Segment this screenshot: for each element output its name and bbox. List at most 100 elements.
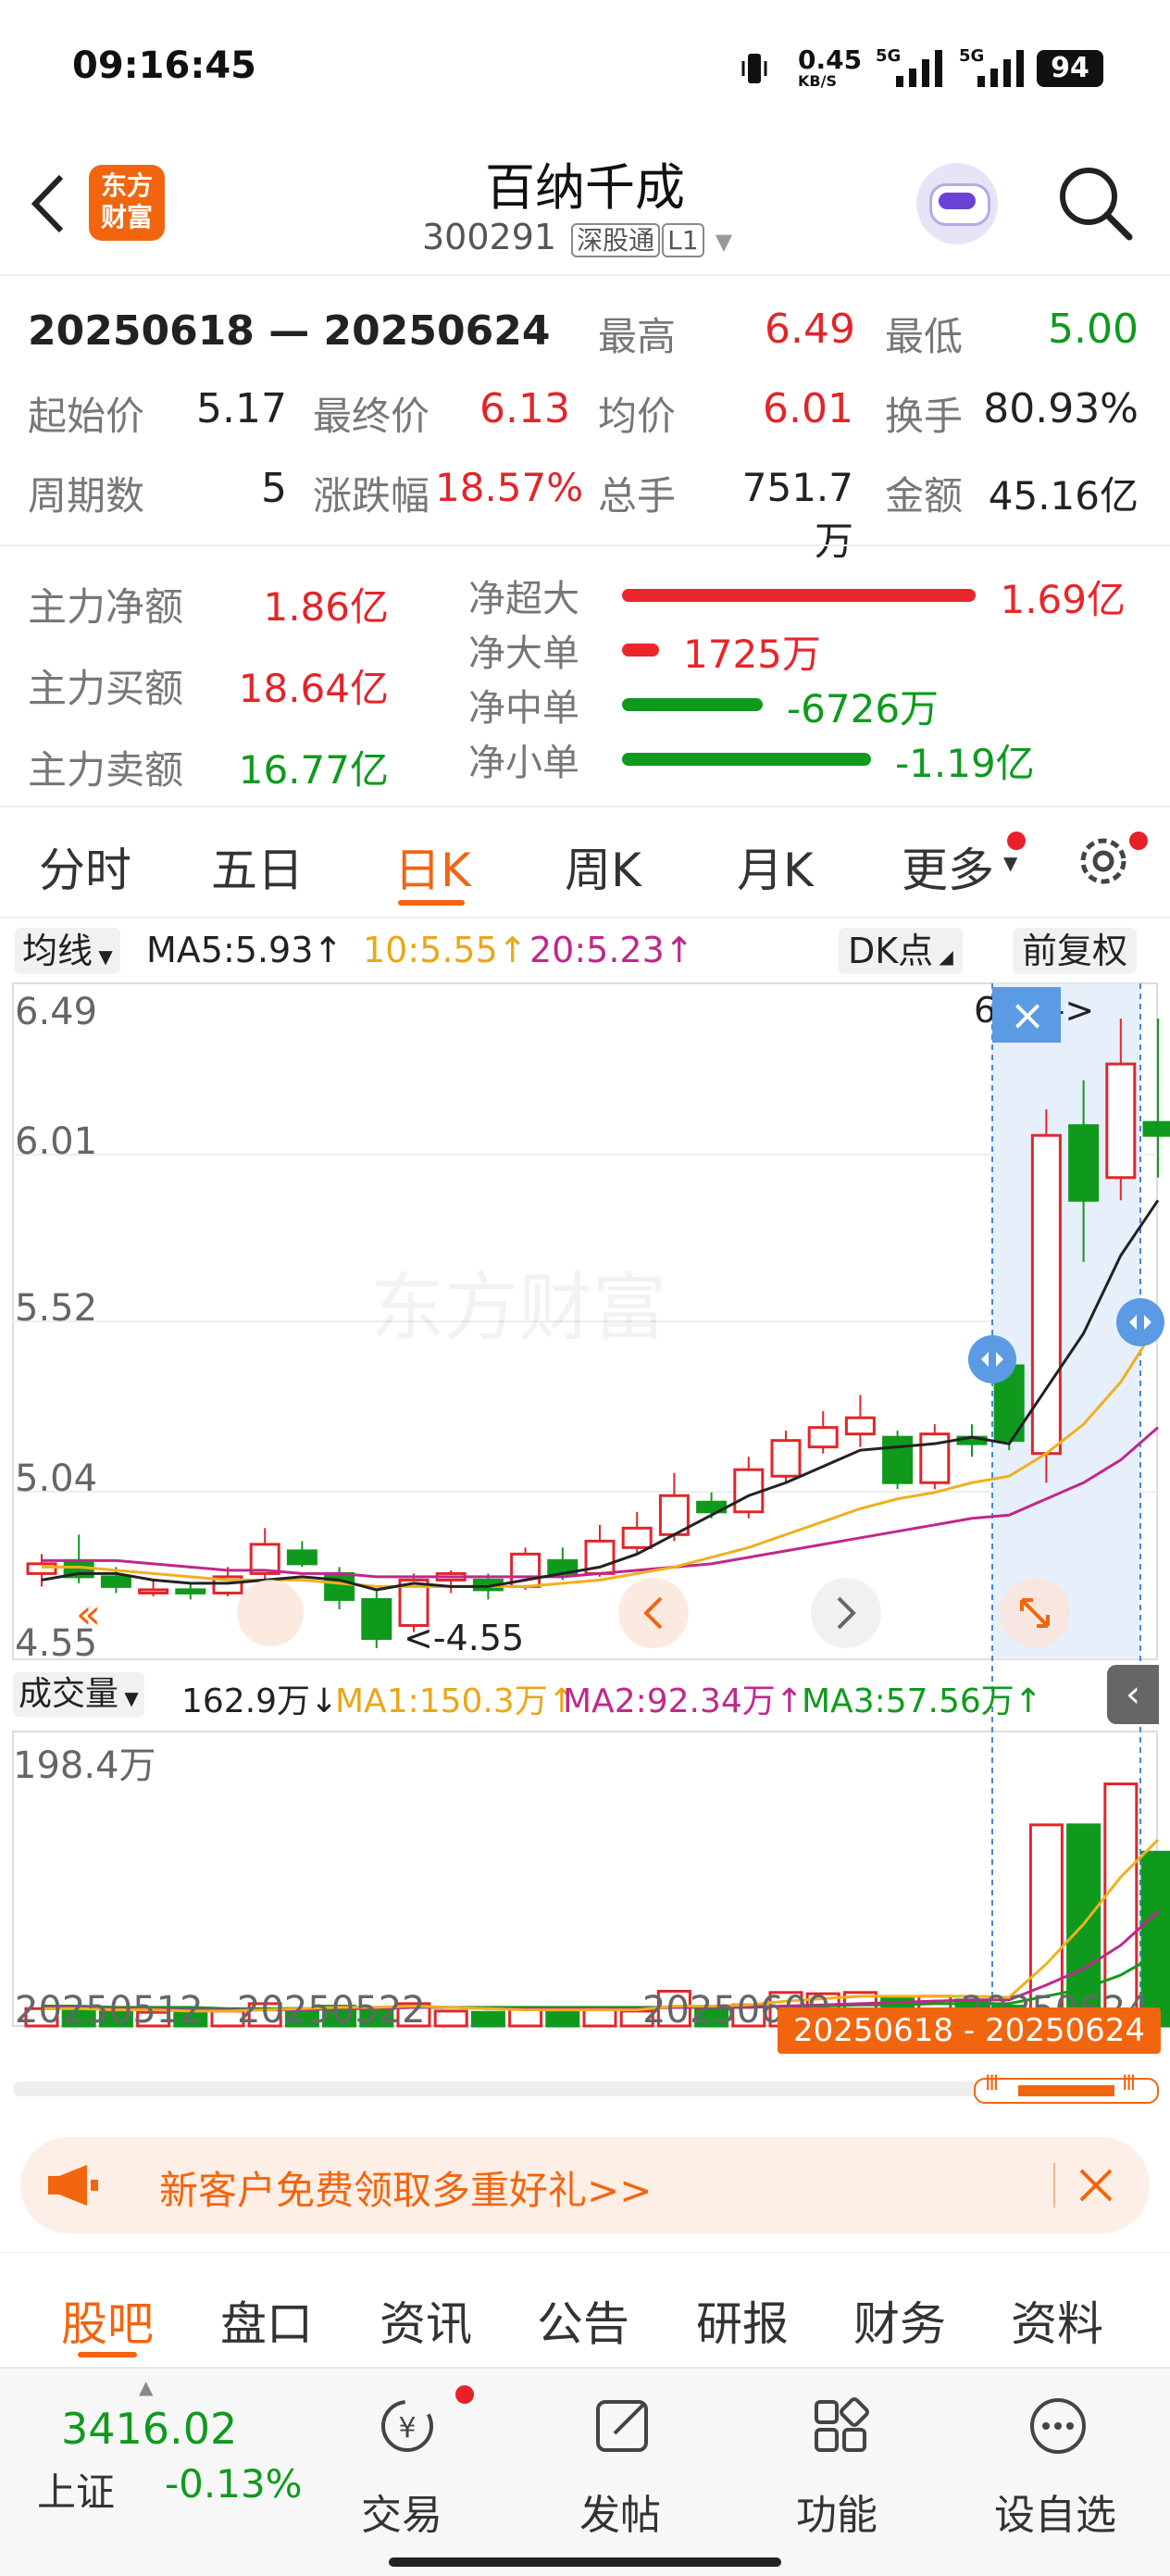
turnover-label: 换手 <box>885 394 964 439</box>
close-label: 最终价 <box>313 394 430 439</box>
volume-ma-lines <box>42 1838 1160 2013</box>
candle-body <box>100 1575 131 1588</box>
fullscreen-icon[interactable] <box>1000 1578 1070 1648</box>
date-tick-1: 20250512 <box>15 1989 204 2032</box>
expand-icon: ▼ <box>715 229 733 255</box>
low-value: 5.00 <box>1048 306 1139 353</box>
settings-icon[interactable] <box>1074 832 1133 891</box>
promo-banner[interactable]: 新客户免费领取多重好礼>> <box>20 2137 1150 2233</box>
tab-research[interactable]: 研报 <box>696 2287 789 2354</box>
tab-intraday[interactable]: 分时 <box>39 833 131 900</box>
kline-chart[interactable]: 东方财富 6.49 6.01 5.52 5.04 4.55 6.49-> <-4… <box>0 982 1170 2065</box>
watermark: 东方财富 <box>370 1265 666 1351</box>
days-value: 5 <box>261 465 287 512</box>
nav-functions[interactable]: 功能 <box>796 2482 878 2541</box>
tab-daily-k[interactable]: 日K <box>394 833 471 900</box>
candle-body <box>1105 1062 1137 1180</box>
candle-body <box>286 1549 317 1566</box>
nav-post[interactable]: 发帖 <box>579 2482 661 2541</box>
index-value[interactable]: 3416.02 <box>61 2404 237 2454</box>
tab-weekly-k[interactable]: 周K <box>565 833 641 900</box>
adjust-select[interactable]: 前复权 <box>1013 928 1138 974</box>
nav-trade[interactable]: 交易 <box>361 2482 442 2541</box>
price-tick-2: 6.01 <box>15 1120 97 1163</box>
tab-orderbook[interactable]: 盘口 <box>220 2287 313 2354</box>
change-label: 涨跌幅 <box>313 473 430 519</box>
main-sell-label: 主力卖额 <box>28 747 184 793</box>
vibrate-icon <box>741 54 767 83</box>
selection-right-handle-icon[interactable] <box>1116 1298 1164 1346</box>
index-name: 上证 <box>37 2470 116 2515</box>
main-net-label: 主力净额 <box>28 584 184 630</box>
candle-body <box>733 1468 765 1514</box>
robot-avatar-icon[interactable] <box>916 163 998 244</box>
status-time: 09:16:45 <box>72 44 256 87</box>
high-value: 6.49 <box>765 306 855 353</box>
turnover-value: 80.93% <box>983 385 1139 432</box>
ma5-value: MA5:5.93↑ <box>146 930 343 970</box>
ma-select[interactable]: 均线 ▼ <box>15 928 120 974</box>
volume-bar <box>433 2009 468 2028</box>
back-icon[interactable] <box>28 171 68 236</box>
candle-body <box>138 1588 169 1594</box>
network-speed-unit: KB/S <box>798 72 837 90</box>
main-buy-label: 主力买额 <box>28 666 184 711</box>
ma20-value: 20:5.23↑ <box>529 930 694 970</box>
stock-code-row[interactable]: 300291 深股通 L1 ▼ <box>422 217 732 257</box>
network-speed: 0.45 <box>798 44 863 75</box>
range-scroll-window[interactable]: Ⅲ Ⅲ <box>974 2072 1159 2104</box>
tab-monthly-k[interactable]: 月K <box>737 833 814 900</box>
days-label: 周期数 <box>28 473 145 519</box>
change-value: 18.57% <box>435 465 584 510</box>
tab-forum[interactable]: 股吧 <box>61 2287 154 2354</box>
watchlist-icon[interactable] <box>1026 2396 1090 2456</box>
volume-select[interactable]: 成交量 ▼ <box>13 1672 144 1717</box>
adjust-label: 前复权 <box>1022 931 1128 971</box>
svg-text:«: « <box>76 1591 101 1638</box>
price-tick-3: 5.52 <box>15 1287 97 1330</box>
flow-label-4: 净小单 <box>468 742 579 784</box>
post-icon[interactable] <box>592 2396 659 2456</box>
scroll-left-icon[interactable] <box>618 1578 689 1648</box>
amount-label: 金额 <box>885 473 964 519</box>
nav-watchlist[interactable]: 设自选 <box>994 2482 1116 2541</box>
main-buy-value: 18.64亿 <box>238 666 389 711</box>
volume-value: 751.7万 <box>741 465 853 564</box>
candle-body <box>1030 1133 1062 1456</box>
range-left-grip-icon: Ⅲ <box>985 2072 1000 2095</box>
tab-profile[interactable]: 资料 <box>1011 2287 1103 2354</box>
candle-body <box>807 1426 839 1449</box>
market-badge: 深股通 <box>571 223 661 257</box>
scroll-right-icon[interactable] <box>811 1578 881 1648</box>
promo-text: 新客户免费领取多重好礼>> <box>159 2168 653 2213</box>
level-badge: L1 <box>662 223 704 257</box>
flow-bar-4 <box>622 753 871 766</box>
volume-current: 162.9万↓ <box>181 1682 339 1720</box>
tab-finance[interactable]: 财务 <box>853 2287 946 2354</box>
candle-body <box>770 1439 802 1478</box>
candle-body <box>175 1588 206 1594</box>
functions-icon[interactable] <box>811 2396 870 2456</box>
tab-announcements[interactable]: 公告 <box>537 2287 629 2354</box>
volume-bar <box>545 2008 580 2028</box>
battery-icon: 94 <box>1037 50 1103 87</box>
candle-body <box>26 1562 57 1575</box>
selection-left-handle-icon[interactable] <box>968 1335 1016 1383</box>
tab-five-day[interactable]: 五日 <box>211 833 304 900</box>
bottom-bar: ▲ 3416.02 上证 -0.13% ¥ 交易 发帖 功能 设自选 <box>0 2367 1170 2576</box>
flow-bar-2 <box>622 644 659 657</box>
close-banner-icon[interactable] <box>1076 2165 1116 2206</box>
flow-value-3: -6726万 <box>787 686 940 732</box>
dk-point-select[interactable]: DK点 ◢ <box>839 928 963 974</box>
candle-body <box>621 1526 653 1549</box>
volume-ma1: MA1:150.3万↑ <box>335 1682 576 1720</box>
tab-more[interactable]: 更多 <box>902 833 994 900</box>
trade-icon[interactable]: ¥ <box>374 2396 441 2456</box>
volume-select-label: 成交量 <box>19 1675 119 1713</box>
search-icon[interactable] <box>1055 163 1135 243</box>
collapse-panel-button[interactable]: ‹ <box>1107 1665 1159 1724</box>
close-selection-icon: × <box>1010 990 1046 1040</box>
amount-value: 45.16亿 <box>988 473 1139 519</box>
tab-news[interactable]: 资讯 <box>380 2287 472 2354</box>
brand-logo[interactable]: 东方财富 <box>89 165 165 241</box>
